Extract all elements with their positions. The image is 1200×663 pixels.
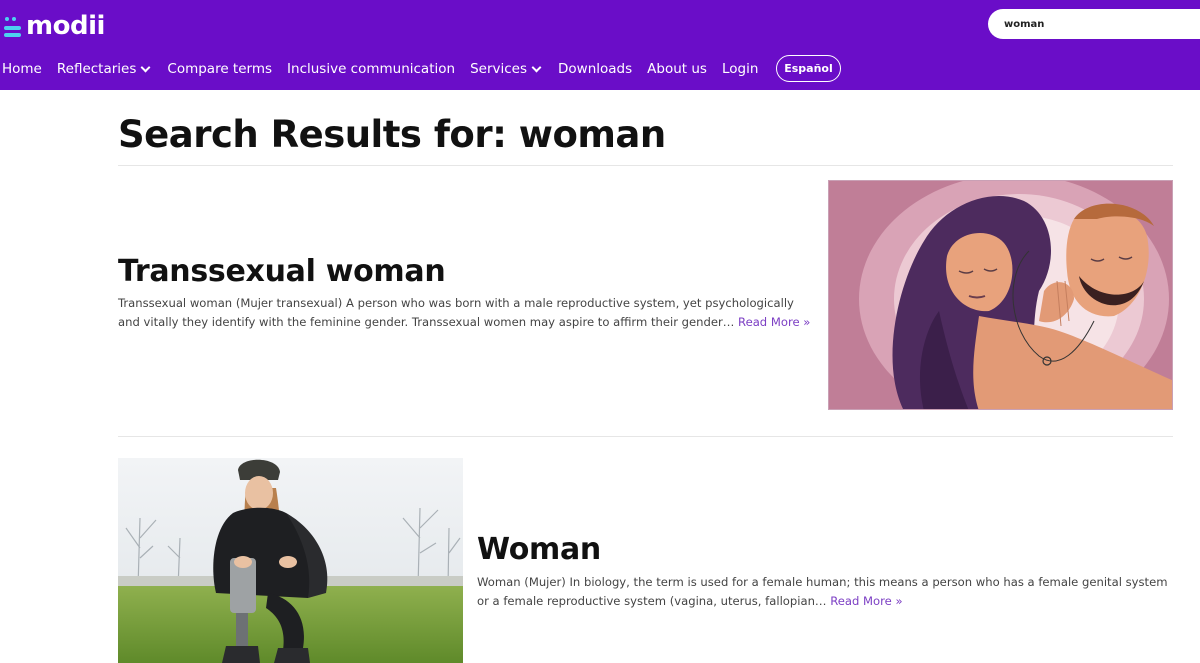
nav-about-us[interactable]: About us [647, 61, 707, 77]
result-image-transsexual-woman[interactable] [828, 180, 1173, 410]
nav-downloads[interactable]: Downloads [558, 61, 632, 77]
language-button[interactable]: Español [776, 55, 841, 82]
chevron-down-icon [531, 62, 542, 72]
divider [118, 436, 1173, 437]
nav-compare-terms[interactable]: Compare terms [167, 61, 272, 77]
site-logo[interactable]: modii [3, 12, 105, 40]
read-more-link[interactable]: Read More » [738, 315, 810, 329]
page-title: Search Results for: woman [118, 113, 666, 156]
divider [118, 165, 1173, 166]
nav-about-us-label: About us [647, 61, 707, 77]
search-input[interactable] [988, 9, 1200, 39]
result-excerpt-text: Woman (Mujer) In biology, the term is us… [477, 575, 1168, 608]
nav-inclusive-communication[interactable]: Inclusive communication [287, 61, 455, 77]
nav-home[interactable]: Home [2, 61, 42, 77]
nav-services[interactable]: Services [470, 61, 542, 77]
result-excerpt: Woman (Mujer) In biology, the term is us… [477, 573, 1177, 611]
result-title[interactable]: Transsexual woman [118, 254, 446, 289]
nav-services-label: Services [470, 61, 528, 77]
nav-login-label: Login [721, 61, 759, 77]
result-excerpt: Transsexual woman (Mujer transexual) A p… [118, 294, 813, 332]
result-excerpt-text: Transsexual woman (Mujer transexual) A p… [118, 296, 794, 329]
logo-mark-icon [3, 14, 23, 38]
read-more-link[interactable]: Read More » [830, 594, 902, 608]
main-nav: Home Reflectaries Compare terms Inclusiv… [0, 55, 758, 83]
result-image-woman[interactable] [118, 458, 463, 663]
nav-home-label: Home [2, 61, 42, 77]
nav-reflectaries-label: Reflectaries [56, 61, 137, 77]
nav-inclusive-communication-label: Inclusive communication [287, 61, 456, 77]
result-title[interactable]: Woman [477, 532, 601, 567]
chevron-down-icon [140, 62, 151, 72]
nav-compare-terms-label: Compare terms [167, 61, 273, 77]
search-box [988, 9, 1200, 39]
nav-downloads-label: Downloads [558, 61, 633, 77]
site-header: modii Home Reflectaries Compare terms In… [0, 0, 1200, 90]
logo-text: modii [26, 11, 105, 41]
nav-login[interactable]: Login [722, 61, 758, 77]
nav-reflectaries[interactable]: Reflectaries [56, 61, 151, 77]
